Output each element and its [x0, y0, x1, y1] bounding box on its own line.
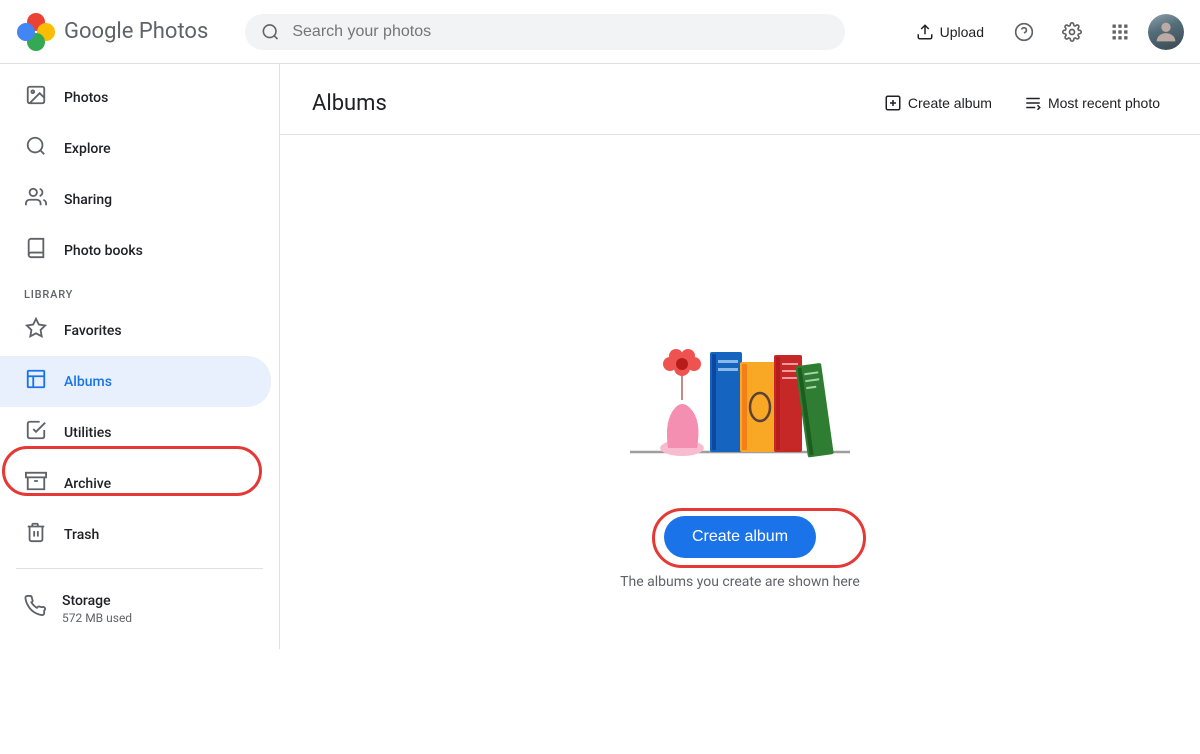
explore-icon [24, 135, 48, 162]
sidebar-label-utilities: Utilities [64, 425, 111, 441]
logo[interactable]: Google Photos [16, 12, 208, 52]
albums-icon [24, 368, 48, 395]
sidebar-item-photo-books[interactable]: Photo books [0, 225, 271, 276]
upload-button[interactable]: Upload [904, 15, 996, 49]
avatar-image [1148, 14, 1184, 50]
most-recent-button[interactable]: Most recent photo [1016, 88, 1168, 118]
header-actions: Upload [904, 12, 1184, 52]
sidebar-item-trash[interactable]: Trash [0, 509, 271, 560]
content: Albums Create album [280, 64, 1200, 754]
sidebar-label-trash: Trash [64, 527, 99, 543]
search-bar[interactable] [245, 14, 845, 50]
help-button[interactable] [1004, 12, 1044, 52]
storage-title: Storage [62, 593, 132, 609]
library-section-label: LIBRARY [0, 276, 279, 305]
help-icon [1014, 22, 1034, 42]
sidebar-item-utilities[interactable]: Utilities [0, 407, 271, 458]
archive-icon [24, 470, 48, 497]
create-album-button[interactable]: Create album [664, 516, 816, 558]
trash-icon [24, 521, 48, 548]
photo-books-icon [24, 237, 48, 264]
sidebar-item-photos[interactable]: Photos [0, 72, 271, 123]
sidebar-item-archive[interactable]: Archive [0, 458, 271, 509]
sidebar-divider [16, 568, 263, 569]
main-layout: Photos Explore [0, 64, 1200, 754]
storage-section: Storage 572 MB used [0, 577, 279, 641]
apps-icon [1110, 22, 1130, 42]
sidebar-item-sharing[interactable]: Sharing [0, 174, 271, 225]
search-icon [261, 22, 280, 42]
photos-icon [24, 84, 48, 111]
storage-info: Storage 572 MB used [62, 593, 132, 625]
sidebar-label-photo-books: Photo books [64, 243, 143, 259]
logo-icon [16, 12, 56, 52]
apps-button[interactable] [1100, 12, 1140, 52]
plus-square-icon [884, 94, 902, 112]
utilities-icon [24, 419, 48, 446]
sharing-icon [24, 186, 48, 213]
upload-icon [916, 23, 934, 41]
create-album-header-button[interactable]: Create album [876, 88, 1000, 118]
sidebar: Photos Explore [0, 64, 280, 649]
empty-illustration [590, 300, 890, 484]
sidebar-item-favorites[interactable]: Favorites [0, 305, 271, 356]
sidebar-label-sharing: Sharing [64, 192, 112, 208]
content-header: Albums Create album [280, 64, 1200, 135]
favorites-icon [24, 317, 48, 344]
upload-label: Upload [940, 24, 984, 40]
content-body: Create album The albums you create are s… [280, 135, 1200, 754]
sidebar-label-archive: Archive [64, 476, 111, 492]
page-title: Albums [312, 91, 387, 116]
sort-icon [1024, 94, 1042, 112]
sidebar-label-favorites: Favorites [64, 323, 122, 339]
settings-button[interactable] [1052, 12, 1092, 52]
create-album-header-label: Create album [908, 95, 992, 111]
avatar[interactable] [1148, 14, 1184, 50]
header: Google Photos Upload [0, 0, 1200, 64]
settings-icon [1062, 22, 1082, 42]
storage-used: 572 MB used [62, 611, 132, 625]
sidebar-label-explore: Explore [64, 141, 111, 157]
sidebar-item-albums[interactable]: Albums [0, 356, 271, 407]
sidebar-label-albums: Albums [64, 374, 112, 390]
search-input[interactable] [292, 23, 829, 41]
most-recent-label: Most recent photo [1048, 95, 1160, 111]
sidebar-label-photos: Photos [64, 90, 108, 106]
logo-text: Google Photos [64, 19, 208, 44]
content-actions: Create album Most recent photo [876, 88, 1168, 118]
sidebar-item-explore[interactable]: Explore [0, 123, 271, 174]
storage-icon [24, 595, 46, 622]
empty-description: The albums you create are shown here [620, 574, 860, 590]
